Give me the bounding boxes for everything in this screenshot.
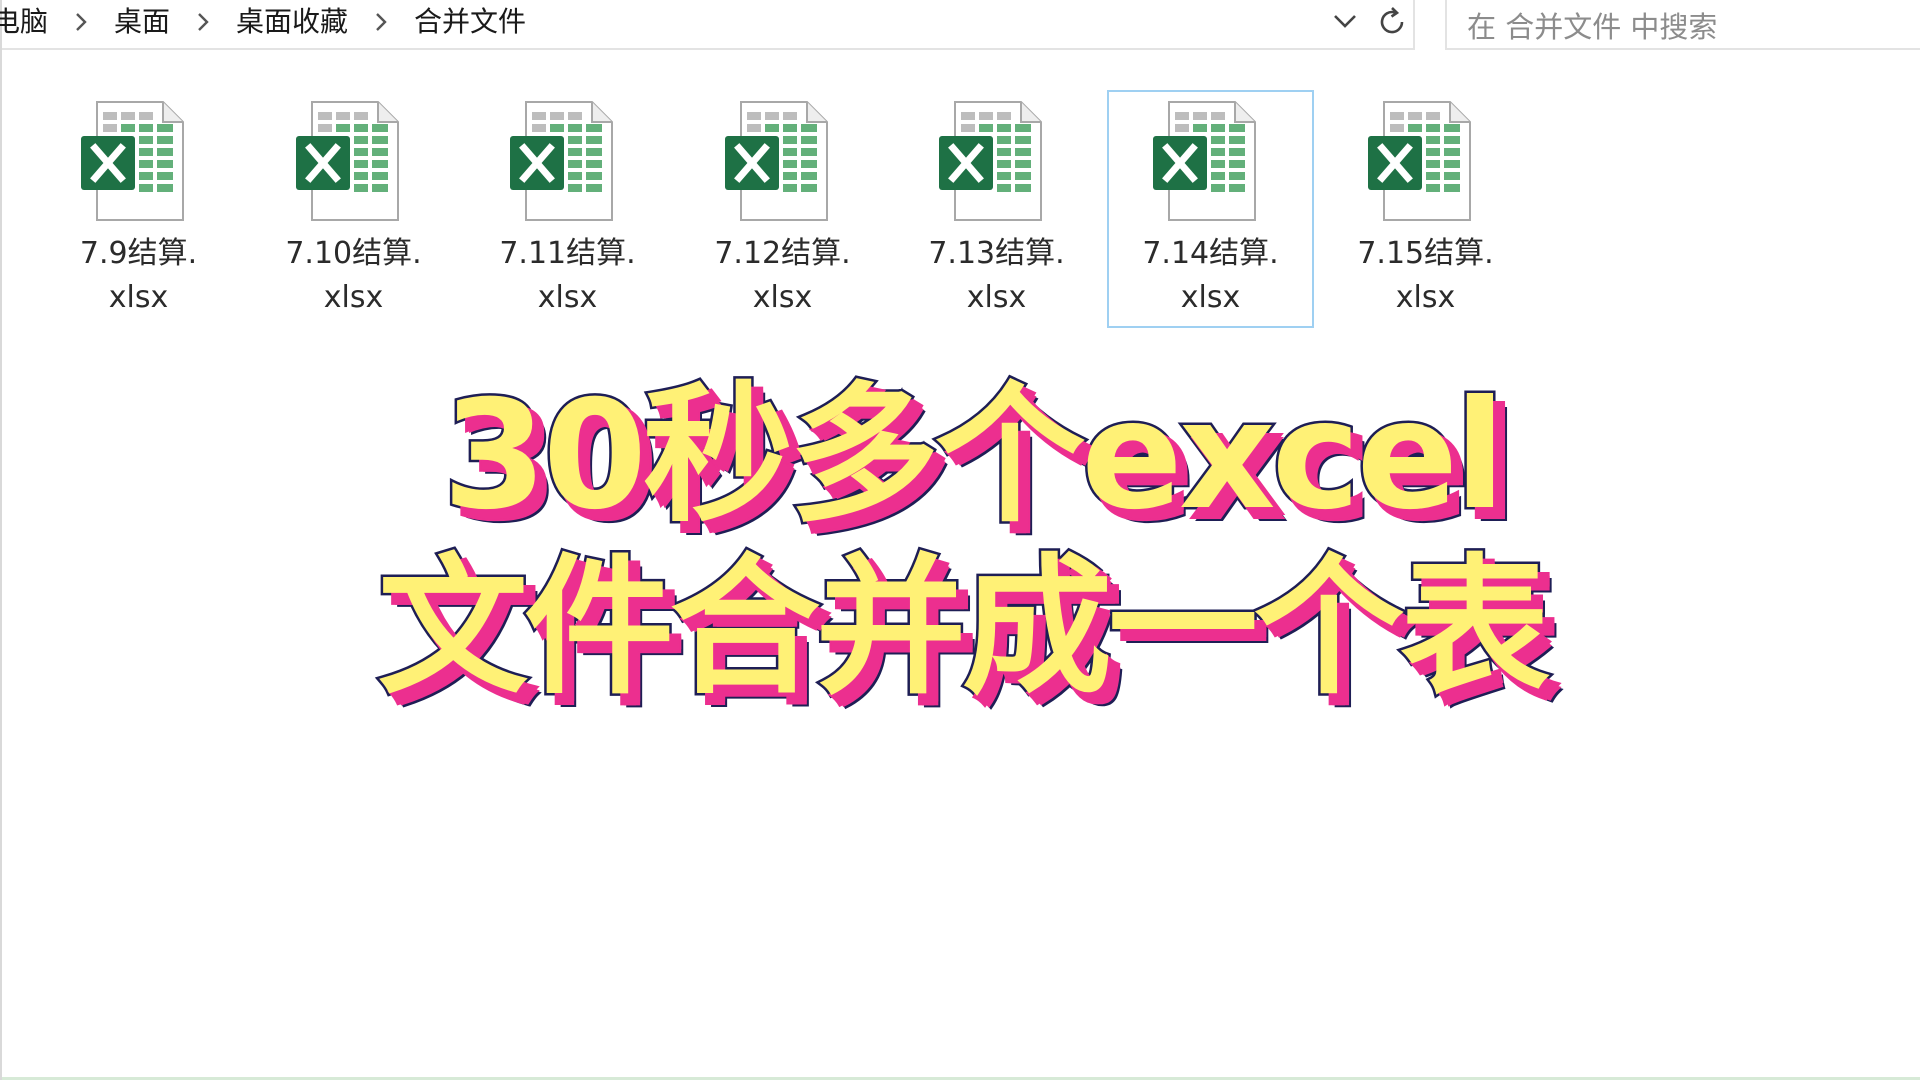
address-bar[interactable]: 电脑 桌面 桌面收藏 合并文件 [0,0,1415,50]
breadcrumb-item-desktop-favorites[interactable]: 桌面收藏 [232,0,352,40]
file-name-line2: xlsx [108,280,169,315]
search-placeholder: 在 合并文件 中搜索 [1467,10,1718,44]
excel-file-icon [1153,101,1256,221]
file-name-line1: 7.13结算. [928,236,1065,271]
file-name: 7.9结算. xlsx [37,232,240,320]
breadcrumb-item-computer[interactable]: 电脑 [0,0,52,40]
file-name-line2: xlsx [966,280,1027,315]
excel-file-icon [510,101,613,221]
overlay-title: 30秒多个excel 文件合并成一个表 [2,368,1920,717]
file-name: 7.13结算. xlsx [895,232,1098,320]
file-name-line1: 7.15结算. [1357,236,1494,271]
overlay-title-line2: 文件合并成一个表 [375,540,1552,717]
file-name-line2: xlsx [537,280,598,315]
file-explorer-window: 电脑 桌面 桌面收藏 合并文件 在 合并文件 中搜索 7.9结算. xlsx 7… [0,0,1920,1080]
breadcrumb-item-merge-files[interactable]: 合并文件 [410,0,530,40]
file-name: 7.14结算. xlsx [1109,232,1312,320]
search-input[interactable]: 在 合并文件 中搜索 [1445,0,1920,50]
file-name-line2: xlsx [752,280,813,315]
breadcrumb-item-desktop[interactable]: 桌面 [110,0,174,40]
excel-file-icon [725,101,828,221]
excel-file-icon [939,101,1042,221]
file-name: 7.12结算. xlsx [681,232,884,320]
file-name-line1: 7.9结算. [79,236,198,271]
overlay-title-line1: 30秒多个excel [440,368,1508,545]
file-name-line2: xlsx [1395,280,1456,315]
chevron-right-icon[interactable] [352,4,410,37]
file-name-line2: xlsx [323,280,384,315]
file-name: 7.10结算. xlsx [252,232,455,320]
file-name-line1: 7.12结算. [714,236,851,271]
file-name: 7.15结算. xlsx [1324,232,1527,320]
file-item-selected[interactable]: 7.14结算. xlsx [1107,90,1314,328]
chevron-down-icon[interactable] [1328,4,1362,38]
file-item[interactable]: 7.9结算. xlsx [35,90,242,328]
file-item[interactable]: 7.11结算. xlsx [464,90,671,328]
chevron-right-icon[interactable] [52,4,110,37]
chevron-right-icon[interactable] [174,4,232,37]
file-item[interactable]: 7.10结算. xlsx [250,90,457,328]
excel-file-icon [1368,101,1471,221]
file-name: 7.11结算. xlsx [466,232,669,320]
file-name-line1: 7.10结算. [285,236,422,271]
file-list: 7.9结算. xlsx 7.10结算. xlsx 7.11结算. xlsx 7.… [2,90,1602,330]
excel-file-icon [296,101,399,221]
file-name-line1: 7.14结算. [1142,236,1279,271]
refresh-icon[interactable] [1372,2,1412,42]
file-name-line1: 7.11结算. [499,236,636,271]
file-item[interactable]: 7.13结算. xlsx [893,90,1100,328]
file-item[interactable]: 7.12结算. xlsx [679,90,886,328]
file-name-line2: xlsx [1180,280,1241,315]
breadcrumb: 电脑 桌面 桌面收藏 合并文件 [0,0,530,40]
excel-file-icon [81,101,184,221]
file-item[interactable]: 7.15结算. xlsx [1322,90,1529,328]
